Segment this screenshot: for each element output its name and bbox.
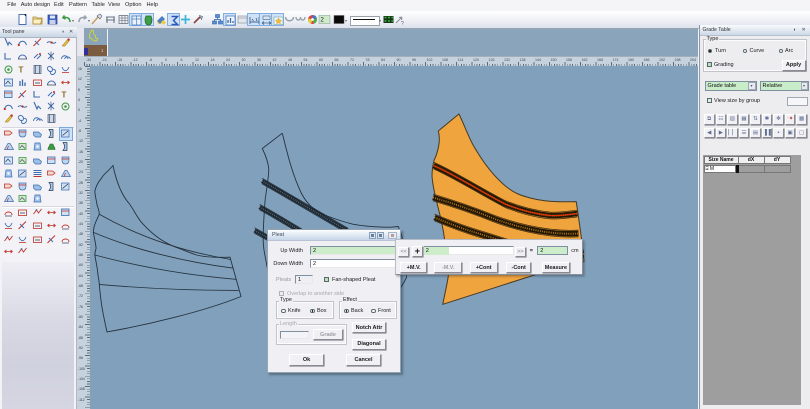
svg-text:T: T xyxy=(62,91,67,100)
svg-text:T: T xyxy=(19,66,24,75)
svg-text:?: ? xyxy=(401,21,404,26)
